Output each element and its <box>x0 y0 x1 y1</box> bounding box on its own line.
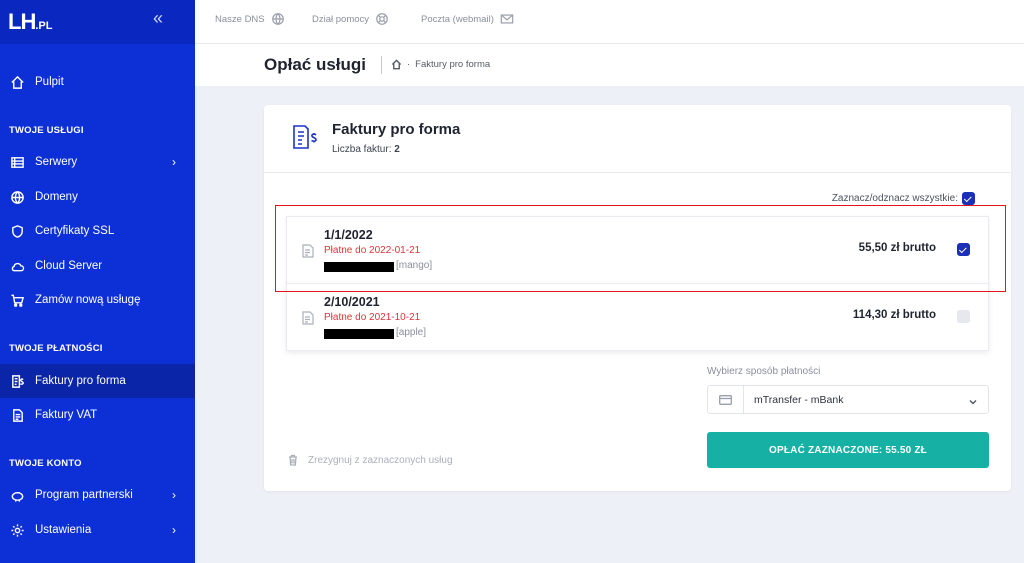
title-divider <box>381 56 382 74</box>
sidebar-item-label: Faktury pro forma <box>35 375 126 387</box>
invoice-row[interactable]: 2/10/2021 Płatne do 2021-10-21 [apple] 1… <box>286 283 989 351</box>
select-all-label: Zaznacz/odznacz wszystkie: <box>831 193 958 204</box>
highlight-annotation <box>275 205 1006 292</box>
sidebar-item-dashboard[interactable]: Pulpit <box>0 65 195 99</box>
collapse-sidebar-icon[interactable]: « <box>153 8 163 29</box>
sidebar-item-label: Ustawienia <box>35 524 92 536</box>
logo[interactable]: LH.PL <box>8 9 52 35</box>
help-link-label: Dział pomocy <box>312 13 370 25</box>
sidebar-item-ssl[interactable]: Certyfikaty SSL <box>0 214 195 248</box>
section-title-payments: TWOJE PŁATNOŚCI <box>9 343 103 354</box>
sidebar-header: LH.PL « <box>0 0 195 44</box>
globe-icon <box>9 189 25 205</box>
payment-method-label: Wybierz sposób płatności <box>707 366 821 377</box>
sidebar-item-proforma[interactable]: Faktury pro forma <box>0 364 195 398</box>
card-header: Faktury pro forma Liczba faktur: 2 <box>264 105 1011 173</box>
card-title: Faktury pro forma <box>332 121 461 138</box>
sidebar-item-cloud[interactable]: Cloud Server <box>0 249 195 283</box>
lifebuoy-icon <box>376 13 388 25</box>
invoice-icon <box>302 311 314 325</box>
help-link[interactable]: Dział pomocy <box>312 12 389 26</box>
cart-icon <box>9 292 25 308</box>
breadcrumb: · Faktury pro forma <box>391 59 490 70</box>
globe-icon <box>271 13 284 25</box>
invoice-dollar-icon <box>9 373 25 389</box>
sidebar-item-order[interactable]: Zamów nową usługę <box>0 283 195 317</box>
envelope-icon <box>500 14 514 24</box>
section-title-services: TWOJE USŁUGI <box>9 125 84 136</box>
select-all-checkbox[interactable] <box>962 192 975 205</box>
invoice-count-label: Liczba faktur: <box>332 144 392 155</box>
invoice-amount: 114,30 zł brutto <box>852 309 936 321</box>
dns-link[interactable]: Nasze DNS <box>215 12 285 26</box>
sidebar-item-label: Certyfikaty SSL <box>35 225 115 237</box>
sidebar-item-domains[interactable]: Domeny <box>0 180 195 214</box>
sidebar-item-label: Zamów nową usługę <box>35 294 141 306</box>
webmail-link-label: Poczta (webmail) <box>421 13 494 25</box>
invoice-service-tag: [apple] <box>396 327 427 338</box>
chevron-down-icon <box>968 394 978 405</box>
document-icon <box>9 407 25 423</box>
dns-link-label: Nasze DNS <box>215 13 265 25</box>
invoice-dollar-icon <box>290 123 318 151</box>
credit-card-icon <box>708 386 744 413</box>
logo-text: LH <box>8 9 36 34</box>
sidebar-item-label: Cloud Server <box>35 260 103 272</box>
invoice-due-date: Płatne do 2021-10-21 <box>324 312 421 323</box>
sidebar-item-label: Faktury VAT <box>35 409 98 421</box>
home-icon <box>9 74 25 90</box>
breadcrumb-separator: · <box>407 59 411 70</box>
select-all: Zaznacz/odznacz wszystkie: <box>832 192 975 205</box>
page-title: Opłać usługi <box>264 55 367 74</box>
chevron-right-icon: › <box>172 488 176 502</box>
logo-suffix: .PL <box>35 20 53 32</box>
sidebar-item-settings[interactable]: Ustawienia › <box>0 513 195 547</box>
invoice-count: Liczba faktur: 2 <box>332 144 400 155</box>
invoice-checkbox[interactable] <box>957 310 970 323</box>
gear-icon <box>9 522 25 538</box>
pay-selected-button[interactable]: OPŁAĆ ZAZNACZONE: 55.50 ZŁ <box>707 432 989 468</box>
sidebar-item-label: Program partnerski <box>35 489 133 501</box>
trash-icon <box>289 454 297 466</box>
breadcrumb-current: Faktury pro forma <box>415 59 491 70</box>
shield-icon <box>9 223 25 239</box>
sidebar: LH.PL « Pulpit TWOJE USŁUGI Serwery › Do… <box>0 0 195 563</box>
resign-label: Zrezygnuj z zaznaczonych usług <box>308 454 453 466</box>
topbar: Nasze DNS Dział pomocy Poczta (webmail) <box>195 0 1024 44</box>
sidebar-item-vat[interactable]: Faktury VAT <box>0 398 195 432</box>
server-icon <box>9 154 25 170</box>
redacted-service-name <box>324 329 394 339</box>
sidebar-item-partner[interactable]: Program partnerski › <box>0 478 195 512</box>
resign-link[interactable]: Zrezygnuj z zaznaczonych usług <box>288 454 453 466</box>
chevron-right-icon: › <box>172 523 176 537</box>
home-icon[interactable] <box>391 59 402 70</box>
sidebar-item-label: Serwery <box>35 156 78 168</box>
piggy-bank-icon <box>9 487 25 503</box>
title-bar: Opłać usługi · Faktury pro forma <box>195 44 1024 86</box>
webmail-link[interactable]: Poczta (webmail) <box>421 12 514 26</box>
sidebar-item-label: Pulpit <box>35 76 64 88</box>
section-title-account: TWOJE KONTO <box>9 458 82 469</box>
sidebar-item-servers[interactable]: Serwery › <box>0 145 195 179</box>
sidebar-item-label: Domeny <box>35 191 78 203</box>
cloud-icon <box>9 258 25 274</box>
payment-method-select[interactable]: mTransfer - mBank <box>707 385 989 414</box>
payment-method-value: mTransfer - mBank <box>754 394 844 406</box>
chevron-right-icon: › <box>172 155 176 169</box>
invoice-date: 2/10/2021 <box>324 295 380 309</box>
proforma-card: Faktury pro forma Liczba faktur: 2 Zazna… <box>264 105 1011 491</box>
invoice-count-value: 2 <box>394 144 400 155</box>
